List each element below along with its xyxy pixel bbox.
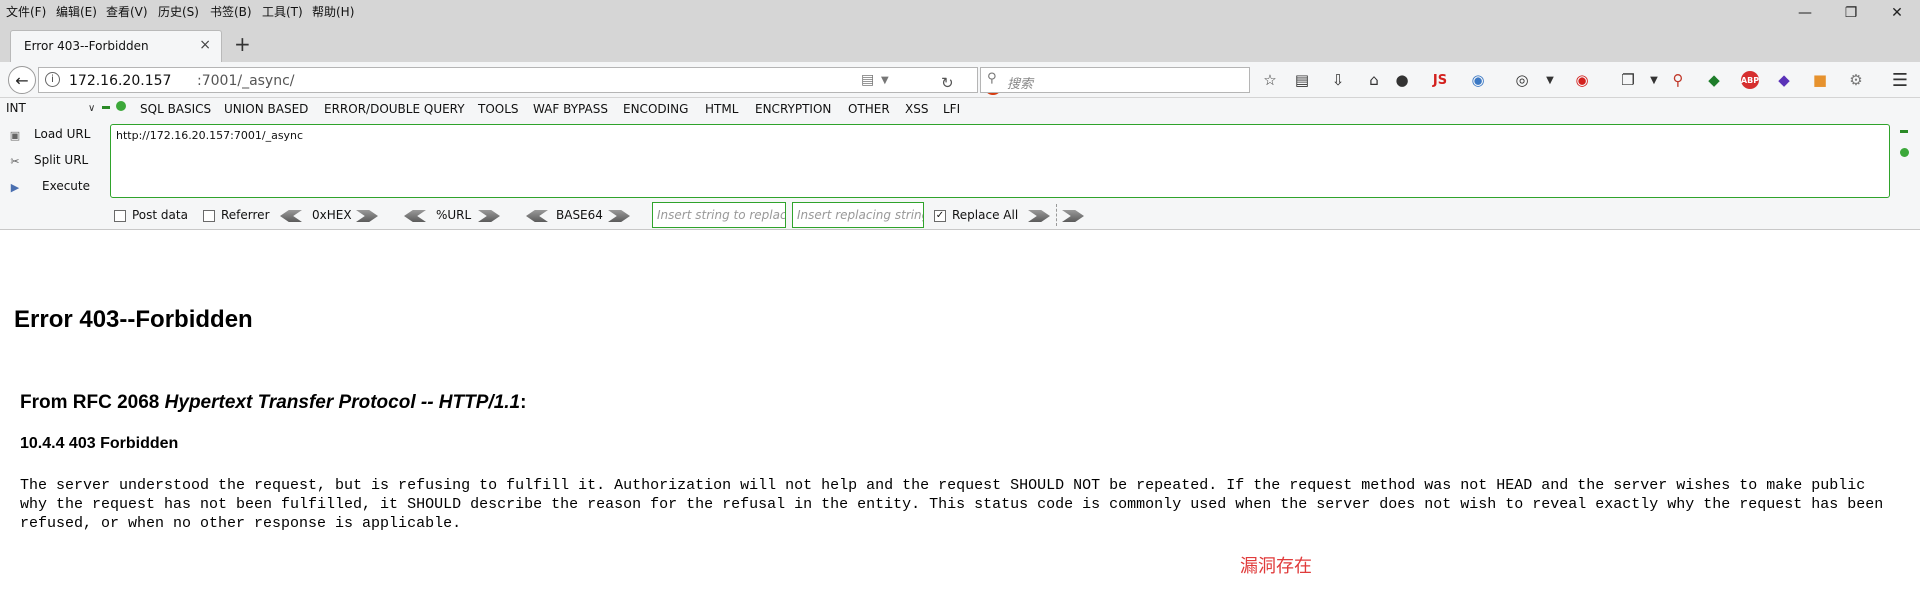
check-icon: ✓ bbox=[934, 210, 946, 222]
search-icon: ⚲ bbox=[987, 71, 997, 86]
hackbar-url-textarea[interactable]: http://172.16.20.157:7001/_async bbox=[110, 124, 1890, 198]
hamburger-menu-icon[interactable]: ☰ bbox=[1890, 70, 1910, 91]
replacing-string-input[interactable]: Insert replacing string bbox=[792, 202, 924, 228]
tab-title: Error 403--Forbidden bbox=[24, 39, 149, 53]
bookmark-star-icon[interactable]: ☆ bbox=[1260, 70, 1280, 90]
chevron-down-icon[interactable]: ▼ bbox=[1540, 70, 1560, 90]
hackbar-menu-xss[interactable]: XSS bbox=[905, 102, 928, 116]
base64-label: BASE64 bbox=[556, 208, 603, 222]
notes-extension-icon[interactable]: ■ bbox=[1810, 70, 1830, 90]
menu-bar: 文件(F) 编辑(E) 查看(V) 历史(S) 书签(B) 工具(T) 帮助(H… bbox=[0, 0, 1920, 22]
globe-extension-icon[interactable]: ● bbox=[1392, 70, 1412, 90]
download-icon[interactable]: ⇩ bbox=[1328, 70, 1348, 90]
reload-icon[interactable]: ↻ bbox=[941, 74, 954, 92]
replace-string-input[interactable]: Insert string to replace bbox=[652, 202, 786, 228]
search-box[interactable]: ⚲ 搜索 bbox=[980, 67, 1250, 93]
plus-icon[interactable] bbox=[116, 101, 126, 111]
page-action-icon[interactable]: ▤ bbox=[861, 72, 874, 88]
menu-tools[interactable]: 工具(T) bbox=[262, 3, 303, 20]
menu-view[interactable]: 查看(V) bbox=[106, 3, 148, 20]
hackbar-panel: INT ∨ SQL BASICS UNION BASED ERROR/DOUBL… bbox=[0, 98, 1920, 230]
chevron-down-icon[interactable]: ▼ bbox=[1644, 70, 1664, 90]
minus-icon[interactable] bbox=[102, 106, 110, 109]
divider bbox=[1056, 204, 1057, 226]
chevron-down-icon: ∨ bbox=[88, 103, 96, 114]
base64-encode-arrow-icon[interactable] bbox=[608, 210, 630, 222]
hackbar-menu-tools[interactable]: TOOLS bbox=[478, 102, 519, 116]
hackbar-menu-waf-bypass[interactable]: WAF BYPASS bbox=[533, 102, 608, 116]
base64-decode-arrow-icon[interactable] bbox=[526, 210, 548, 222]
execute-icon: ▶ bbox=[10, 181, 20, 194]
hackbar-menu-html[interactable]: HTML bbox=[705, 102, 738, 116]
hackbar-menu-error-double-query[interactable]: ERROR/DOUBLE QUERY bbox=[324, 102, 465, 116]
home-icon[interactable]: ⌂ bbox=[1364, 70, 1384, 90]
tab-strip: Error 403--Forbidden × + bbox=[0, 22, 1920, 62]
url-encode-label: %URL bbox=[436, 208, 472, 222]
page-title: Error 403--Forbidden bbox=[14, 306, 253, 333]
url-host: 172.16.20.157 bbox=[69, 73, 172, 89]
tab-close-icon[interactable]: × bbox=[199, 37, 211, 53]
hackbar-menu-sql-basics[interactable]: SQL BASICS bbox=[140, 102, 211, 116]
url-bar[interactable]: i 172.16.20.157 :7001/_async/ ▤ ▼ ↻ bbox=[38, 67, 1002, 95]
rfc-heading: From RFC 2068 Hypertext Transfer Protoco… bbox=[20, 392, 527, 413]
load-url-icon: ▣ bbox=[9, 129, 21, 142]
navigation-bar: ← i 172.16.20.157 :7001/_async/ ▤ ▼ ↻ ⚲ … bbox=[0, 62, 1920, 98]
proxy-extension-icon[interactable]: ◉ bbox=[1468, 70, 1488, 90]
replace-arrow-icon[interactable] bbox=[1028, 210, 1050, 222]
layers-icon[interactable]: ◆ bbox=[1774, 70, 1794, 90]
hackbar-menu-encryption[interactable]: ENCRYPTION bbox=[755, 102, 831, 116]
replace-apply-arrow-icon[interactable] bbox=[1062, 210, 1084, 222]
url-path: :7001/_async/ bbox=[197, 73, 295, 89]
error-description: The server understood the request, but i… bbox=[20, 477, 1893, 532]
cookie-icon[interactable]: ◎ bbox=[1512, 70, 1532, 90]
menu-edit[interactable]: 编辑(E) bbox=[56, 3, 97, 20]
info-icon[interactable]: i bbox=[45, 72, 60, 87]
menu-history[interactable]: 历史(S) bbox=[158, 3, 199, 20]
plus-icon[interactable] bbox=[1900, 148, 1909, 157]
adblock-icon[interactable]: ABP bbox=[1741, 71, 1759, 89]
magnifier-extension-icon[interactable]: ⚲ bbox=[1668, 70, 1688, 90]
copy-icon[interactable]: ❐ bbox=[1618, 70, 1638, 90]
reading-list-icon[interactable]: ▤ bbox=[1292, 70, 1312, 90]
menu-file[interactable]: 文件(F) bbox=[6, 3, 46, 20]
js-toggle-icon[interactable]: JS bbox=[1430, 70, 1450, 90]
new-tab-button[interactable]: + bbox=[234, 32, 251, 56]
url-decode-arrow-icon[interactable] bbox=[404, 210, 426, 222]
section-heading: 10.4.4 403 Forbidden bbox=[20, 435, 179, 452]
settings-extension-icon[interactable]: ⚙ bbox=[1846, 70, 1866, 90]
url-encode-arrow-icon[interactable] bbox=[478, 210, 500, 222]
menu-help[interactable]: 帮助(H) bbox=[312, 3, 354, 20]
hex-label: 0xHEX bbox=[312, 208, 352, 222]
minus-icon[interactable] bbox=[1900, 130, 1908, 133]
vulnerability-note: 漏洞存在 bbox=[1240, 556, 1312, 577]
hackbar-menu-lfi[interactable]: LFI bbox=[943, 102, 960, 116]
hackbar-menu-other[interactable]: OTHER bbox=[848, 102, 890, 116]
search-placeholder: 搜索 bbox=[1007, 77, 1034, 92]
hex-encode-arrow-icon[interactable] bbox=[356, 210, 378, 222]
hex-decode-arrow-icon[interactable] bbox=[280, 210, 302, 222]
hackbar-menu-encoding[interactable]: ENCODING bbox=[623, 102, 688, 116]
split-url-icon: ✂ bbox=[10, 155, 20, 168]
chevron-down-icon[interactable]: ▼ bbox=[881, 75, 889, 86]
hackbar-type-select[interactable]: INT ∨ bbox=[6, 101, 96, 117]
menu-bookmarks[interactable]: 书签(B) bbox=[210, 3, 252, 20]
hackbar-menu-union-based[interactable]: UNION BASED bbox=[224, 102, 308, 116]
tab-error-403[interactable]: Error 403--Forbidden × bbox=[10, 30, 222, 62]
hackbar-type-value: INT bbox=[6, 101, 26, 115]
hackbar-extension-icon[interactable]: ◉ bbox=[1572, 70, 1592, 90]
page-content: Error 403--Forbidden From RFC 2068 Hyper… bbox=[0, 230, 1920, 612]
shield-icon[interactable]: ◆ bbox=[1704, 70, 1724, 90]
back-arrow-icon[interactable]: ← bbox=[8, 66, 36, 94]
